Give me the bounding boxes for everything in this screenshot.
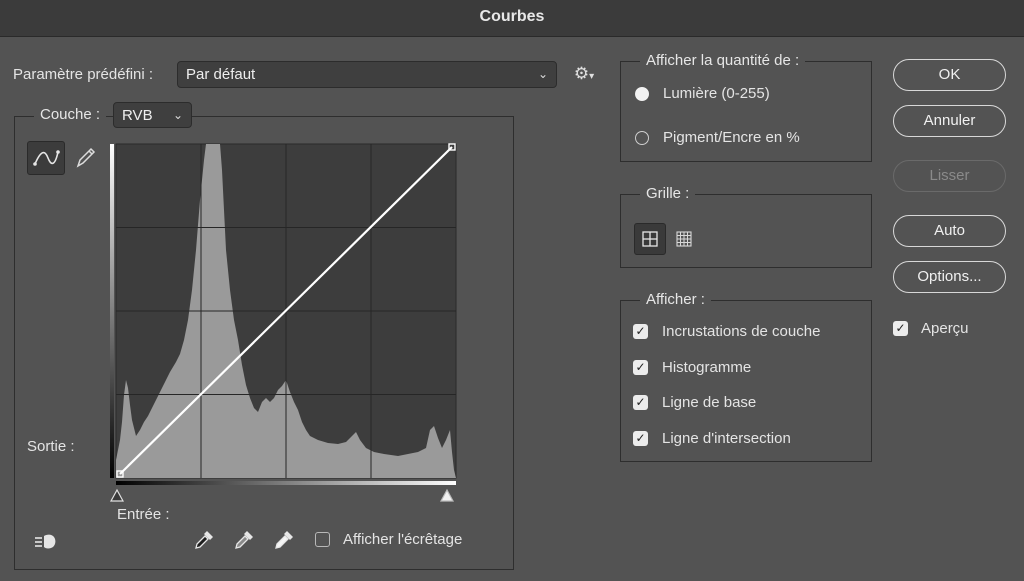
light-radio[interactable]	[635, 87, 649, 101]
pencil-tool[interactable]	[73, 146, 97, 170]
chevron-down-icon: ⌄	[172, 108, 183, 122]
channel-overlays-checkbox[interactable]: ✓	[633, 324, 648, 339]
preview-label: Aperçu	[921, 320, 969, 337]
black-point-slider[interactable]	[109, 488, 125, 502]
gray-eyedropper[interactable]	[232, 528, 256, 552]
pigment-radio[interactable]	[635, 131, 649, 145]
pencil-icon	[76, 147, 96, 168]
amount-group	[620, 61, 872, 162]
histogram-label: Histogramme	[662, 359, 752, 376]
light-radio-label: Lumière (0-255)	[663, 85, 770, 102]
intersection-line-label: Ligne d'intersection	[662, 430, 791, 447]
hand-adjust-icon	[35, 534, 56, 549]
baseline-label: Ligne de base	[662, 394, 757, 411]
grid-4-icon	[642, 231, 658, 247]
pigment-radio-label: Pigment/Encre en %	[663, 129, 800, 146]
show-clipping-checkbox[interactable]	[315, 532, 330, 547]
grid-detailed-button[interactable]	[670, 223, 700, 253]
white-eyedropper[interactable]	[272, 528, 296, 552]
show-clipping-label: Afficher l'écrêtage	[343, 531, 463, 548]
eyedropper-white-icon	[275, 531, 293, 549]
channel-overlays-label: Incrustations de couche	[662, 323, 821, 340]
black-eyedropper[interactable]	[192, 528, 216, 552]
channel-value: RVB	[122, 107, 153, 124]
channel-label: Couche :	[34, 106, 107, 123]
targeted-adjust-tool[interactable]	[33, 530, 59, 552]
white-point-slider[interactable]	[439, 488, 455, 502]
ok-button[interactable]: OK	[893, 59, 1006, 91]
cancel-button[interactable]: Annuler	[893, 105, 1006, 137]
auto-button[interactable]: Auto	[893, 215, 1006, 247]
eyedropper-gray-icon	[235, 531, 253, 549]
chevron-down-icon: ⌄	[537, 67, 548, 81]
preset-value: Par défaut	[186, 66, 256, 83]
input-label: Entrée :	[117, 506, 170, 523]
curve-point-tool[interactable]	[27, 141, 65, 175]
curve-point-icon	[33, 150, 60, 166]
preview-checkbox[interactable]: ✓	[893, 321, 908, 336]
title-bar: Courbes	[0, 0, 1024, 37]
channel-select[interactable]: RVB ⌄	[113, 102, 192, 128]
gear-icon[interactable]: ⚙▾	[572, 64, 596, 84]
histogram-checkbox[interactable]: ✓	[633, 360, 648, 375]
window-title: Courbes	[479, 8, 545, 25]
preset-label: Paramètre prédéfini :	[13, 66, 154, 83]
output-label: Sortie :	[27, 438, 75, 455]
preset-select[interactable]: Par défaut ⌄	[177, 61, 557, 88]
amount-group-title: Afficher la quantité de :	[640, 52, 806, 69]
baseline-checkbox[interactable]: ✓	[633, 395, 648, 410]
options-button[interactable]: Options...	[893, 261, 1006, 293]
grid-simple-button[interactable]	[634, 223, 666, 255]
intersection-line-checkbox[interactable]: ✓	[633, 431, 648, 446]
curve-graph[interactable]	[108, 140, 460, 506]
eyedropper-black-icon	[195, 531, 213, 549]
grid-group-title: Grille :	[640, 185, 696, 202]
display-group-title: Afficher :	[640, 291, 711, 308]
smooth-button[interactable]: Lisser	[893, 160, 1006, 192]
output-gradient	[110, 144, 114, 478]
grid-10-icon	[676, 231, 692, 247]
input-gradient	[116, 481, 456, 485]
